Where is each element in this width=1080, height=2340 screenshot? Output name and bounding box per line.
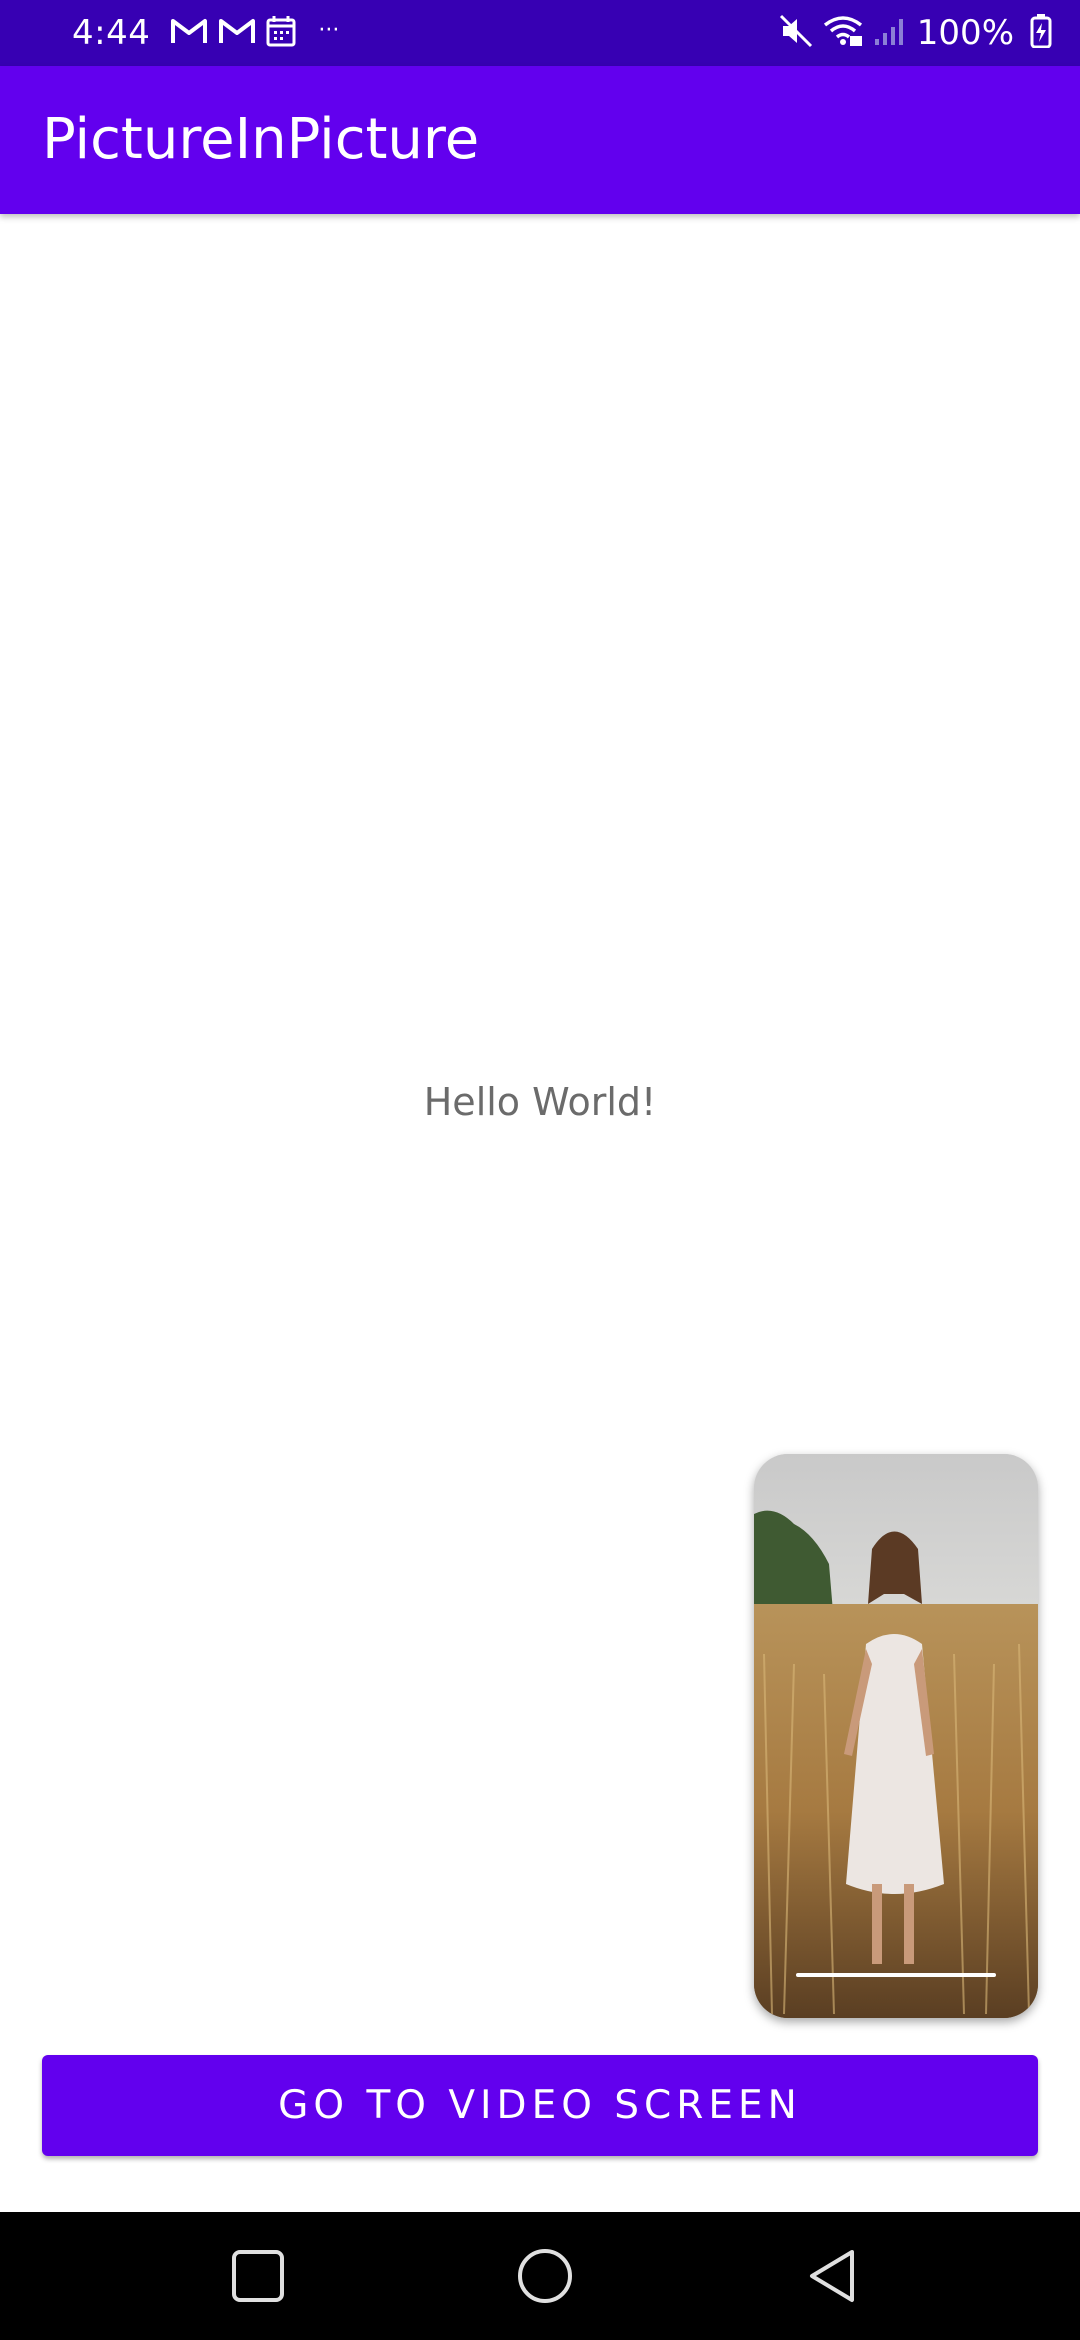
- more-notifications-icon: ···: [318, 17, 340, 43]
- status-bar-left: 4:44 ···: [72, 0, 339, 66]
- recents-button[interactable]: [198, 2212, 318, 2340]
- status-bar: 4:44 ··· 100%: [0, 0, 1080, 66]
- navigation-bar: [0, 2212, 1080, 2340]
- go-to-video-screen-button[interactable]: GO TO VIDEO SCREEN: [42, 2055, 1038, 2156]
- signal-icon: [873, 15, 909, 51]
- wifi-icon: [823, 15, 863, 51]
- gmail-icon: [170, 16, 208, 50]
- app-bar: PictureInPicture: [0, 66, 1080, 214]
- calendar-icon: [266, 15, 296, 51]
- pip-video-window[interactable]: [754, 1454, 1038, 2018]
- battery-charging-icon: [1030, 14, 1052, 52]
- status-time: 4:44: [72, 13, 151, 53]
- mute-icon: [779, 14, 813, 52]
- home-icon: [518, 2249, 572, 2303]
- pip-video-frame: [754, 1454, 1038, 2018]
- hello-world-text: Hello World!: [423, 1080, 657, 1124]
- pip-progress-bar: [796, 1973, 996, 1977]
- back-icon: [810, 2250, 854, 2302]
- app-title: PictureInPicture: [42, 107, 480, 172]
- gmail-icon: [218, 16, 256, 50]
- battery-percentage: 100%: [916, 13, 1014, 53]
- home-button[interactable]: [485, 2212, 605, 2340]
- status-bar-right: 100%: [769, 0, 1052, 66]
- back-button[interactable]: [772, 2212, 892, 2340]
- recents-icon: [232, 2250, 284, 2302]
